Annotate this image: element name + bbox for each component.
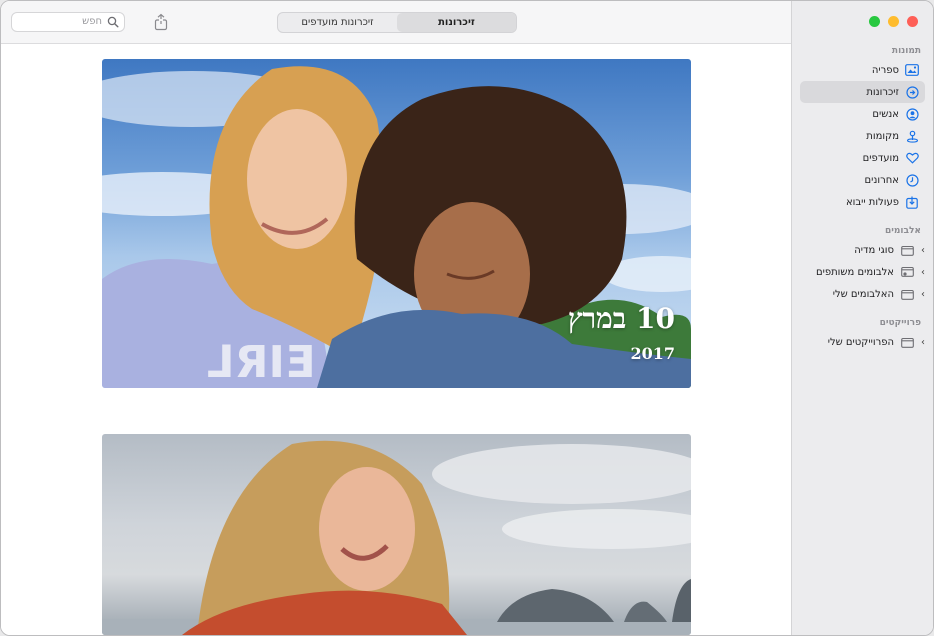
svg-text:ᒧЯIƎ: ᒧЯIƎ xyxy=(207,337,315,388)
sidebar-item-people[interactable]: אנשים xyxy=(800,103,925,125)
search-field[interactable]: חפש xyxy=(11,12,125,32)
memory-title: 10 במרץ xyxy=(567,302,675,335)
window-controls xyxy=(869,16,918,27)
sidebar-item-label: פעולות ייבוא xyxy=(845,196,899,208)
import-icon xyxy=(905,195,919,209)
memory-card[interactable] xyxy=(102,434,691,635)
chevron-right-icon[interactable]: › xyxy=(917,337,925,348)
share-icon[interactable] xyxy=(152,13,170,31)
sidebar-item-label: אנשים xyxy=(872,108,899,120)
section-header-photos: תמונות xyxy=(891,46,921,56)
search-icon xyxy=(107,16,119,28)
memories-icon xyxy=(905,85,919,99)
minimize-button[interactable] xyxy=(888,16,899,27)
sidebar-item-label: אלבומים משותפים xyxy=(815,266,894,278)
close-button[interactable] xyxy=(907,16,918,27)
sidebar-item-imports[interactable]: פעולות ייבוא xyxy=(800,191,925,213)
memories-segmented-control: זיכרונות זיכרונות מועדפים xyxy=(277,12,517,33)
sidebar-item-my-albums[interactable]: › האלבומים שלי xyxy=(800,283,925,305)
photos-window: חפש זיכרונות זיכרונות מועדפים ᒧЯIƎ 10 במ… xyxy=(0,0,934,636)
memory-year: 2017 xyxy=(630,344,675,363)
main-content: חפש זיכרונות זיכרונות מועדפים ᒧЯIƎ 10 במ… xyxy=(1,1,791,635)
memory-card[interactable]: ᒧЯIƎ 10 במרץ 2017 xyxy=(102,59,691,388)
chevron-right-icon[interactable]: › xyxy=(917,245,925,256)
sidebar-item-label: ספריה xyxy=(871,64,899,76)
section-header-projects: פרוייקטים xyxy=(879,318,921,328)
sidebar-item-label: מועדפים xyxy=(862,152,899,164)
sidebar-item-label: זיכרונות xyxy=(866,86,899,98)
heart-icon xyxy=(905,151,919,165)
sidebar: תמונות ספריה זיכרונות אנשים מקומות מועדפ… xyxy=(791,1,933,635)
memory-photo xyxy=(102,440,691,635)
sidebar-item-label: סוגי מדיה xyxy=(854,244,894,256)
folder-icon xyxy=(900,335,914,349)
sidebar-item-shared-albums[interactable]: › אלבומים משותפים xyxy=(800,261,925,283)
folder-icon xyxy=(900,243,914,257)
zoom-button[interactable] xyxy=(869,16,880,27)
sidebar-item-library[interactable]: ספריה xyxy=(800,59,925,81)
toolbar: חפש זיכרונות זיכרונות מועדפים xyxy=(1,1,791,44)
tab-favorite-memories[interactable]: זיכרונות מועדפים xyxy=(278,13,397,32)
sidebar-item-my-projects[interactable]: › הפרוייקטים שלי xyxy=(800,331,925,353)
shared-folder-icon xyxy=(900,265,914,279)
sidebar-item-recents[interactable]: אחרונים xyxy=(800,169,925,191)
search-placeholder: חפש xyxy=(82,16,102,27)
tab-memories[interactable]: זיכרונות xyxy=(397,13,516,32)
sidebar-item-label: מקומות xyxy=(866,130,899,142)
places-icon xyxy=(905,129,919,143)
sidebar-item-media-types[interactable]: › סוגי מדיה xyxy=(800,239,925,261)
section-header-albums: אלבומים xyxy=(884,226,921,236)
library-icon xyxy=(905,63,919,77)
sidebar-item-label: אחרונים xyxy=(864,174,899,186)
chevron-right-icon[interactable]: › xyxy=(917,289,925,300)
sidebar-item-favorites[interactable]: מועדפים xyxy=(800,147,925,169)
people-icon xyxy=(905,107,919,121)
memory-photo: ᒧЯIƎ xyxy=(102,66,691,388)
chevron-right-icon[interactable]: › xyxy=(917,267,925,278)
sidebar-item-label: האלבומים שלי xyxy=(832,288,894,300)
sidebar-item-memories[interactable]: זיכרונות xyxy=(800,81,925,103)
folder-icon xyxy=(900,287,914,301)
clock-icon xyxy=(905,173,919,187)
sidebar-item-places[interactable]: מקומות xyxy=(800,125,925,147)
sidebar-item-label: הפרוייקטים שלי xyxy=(827,336,894,348)
